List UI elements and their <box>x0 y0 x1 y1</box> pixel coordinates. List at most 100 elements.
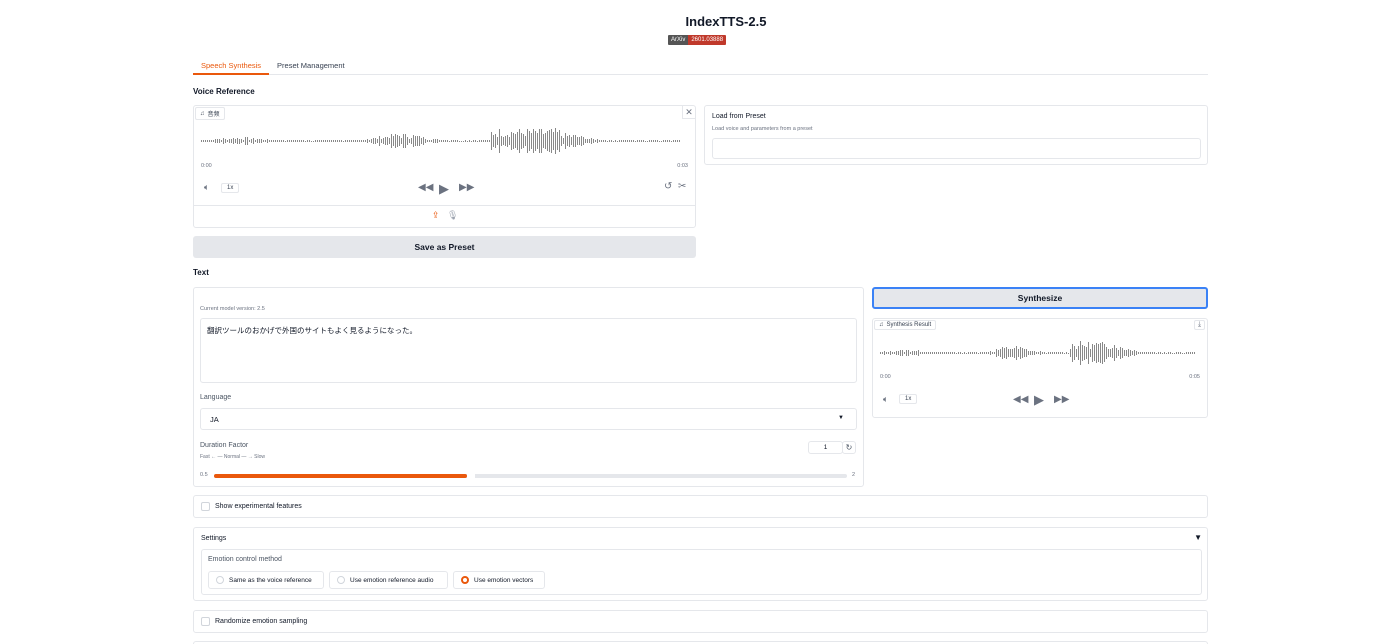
result-label: Synthesis Result <box>886 322 932 328</box>
waveform-bar <box>547 131 548 151</box>
option-emotion-reference-audio[interactable]: Use emotion reference audio <box>329 571 448 589</box>
waveform-bar <box>505 135 506 147</box>
waveform-bar <box>431 139 432 143</box>
waveform-bar <box>1060 352 1061 354</box>
arxiv-badge[interactable]: ArXiv 2601.03888 <box>668 35 727 45</box>
waveform-bar <box>940 351 941 355</box>
play-icon[interactable]: ▶ <box>439 181 449 197</box>
waveform-bar <box>373 138 374 144</box>
preset-dropdown[interactable] <box>712 138 1201 159</box>
waveform-bar <box>423 136 424 146</box>
waveform-bar <box>349 139 350 143</box>
reset-duration-icon[interactable]: ↻ <box>842 441 856 454</box>
trim-icon[interactable]: ✂ <box>678 182 686 192</box>
waveform-bar <box>1080 341 1081 365</box>
language-select[interactable]: JA ▼ <box>200 408 857 430</box>
waveform-bar <box>507 134 508 148</box>
waveform-bar <box>607 140 608 142</box>
microphone-icon[interactable]: 🎙︎ <box>447 210 458 221</box>
waveform-bar <box>231 139 232 143</box>
duration-slider[interactable] <box>214 473 847 479</box>
waveform-bar <box>509 136 510 146</box>
playback-speed-button[interactable]: 1x <box>221 183 240 193</box>
waveform-bar <box>245 137 246 145</box>
duration-number-input[interactable]: 1 <box>808 441 843 454</box>
waveform-bar <box>591 137 592 145</box>
play-icon[interactable]: ▶ <box>1034 392 1044 408</box>
collapse-triangle-icon[interactable]: ▼ <box>1194 533 1202 542</box>
waveform-bar <box>443 140 444 142</box>
volume-icon[interactable]: 🔈︎ <box>883 395 888 404</box>
option-emotion-vectors[interactable]: Use emotion vectors <box>453 571 545 589</box>
randomize-checkbox[interactable] <box>201 617 210 626</box>
waveform-bar <box>890 350 891 356</box>
waveform-bar <box>1186 352 1187 354</box>
volume-icon[interactable]: 🔈︎ <box>204 183 209 192</box>
waveform-bar <box>475 140 476 142</box>
waveform-bar <box>375 137 376 145</box>
waveform-bar <box>643 140 644 142</box>
waveform-bar <box>361 139 362 143</box>
waveform-bar <box>1034 350 1035 356</box>
waveform-bar <box>201 140 202 142</box>
language-label: Language <box>200 394 232 401</box>
upload-icon[interactable]: ⇪ <box>432 210 440 221</box>
waveform-bar <box>884 351 885 355</box>
waveform-bar <box>585 139 586 143</box>
waveform-bar <box>415 135 416 147</box>
tab-speech-synthesis[interactable]: Speech Synthesis <box>193 58 270 75</box>
waveform-bar <box>1126 350 1127 356</box>
rewind-icon[interactable]: ◀◀ <box>418 183 433 193</box>
preset-loader-panel: Load from Preset Load voice and paramete… <box>704 105 1208 165</box>
slider-max-label: 2 <box>851 472 855 478</box>
randomize-emotion-toggle[interactable]: Randomize emotion sampling <box>193 610 1208 633</box>
waveform-bar <box>215 138 216 144</box>
waveform-bar <box>575 135 576 147</box>
fast-forward-icon[interactable]: ▶▶ <box>1054 395 1069 405</box>
save-preset-button[interactable]: Save as Preset <box>193 236 696 258</box>
waveform-bar <box>297 140 298 142</box>
waveform-bar <box>387 136 388 146</box>
rewind-icon[interactable]: ◀◀ <box>1013 395 1028 405</box>
result-speed-button[interactable]: 1x <box>899 394 918 404</box>
experimental-toggle[interactable]: Show experimental features <box>193 495 1208 518</box>
settings-title[interactable]: Settings <box>201 535 226 542</box>
synthesize-button[interactable]: Synthesize <box>872 287 1208 309</box>
reset-icon[interactable]: ↺ <box>664 182 672 192</box>
waveform-bar <box>635 140 636 142</box>
waveform-bar <box>581 135 582 147</box>
waveform-bar <box>571 136 572 146</box>
waveform-bar <box>1106 347 1107 359</box>
tab-preset-management[interactable]: Preset Management <box>269 58 353 75</box>
text-input[interactable]: 翻訳ツールのおかげで外国のサイトもよく見るようになった。 <box>200 318 857 383</box>
waveform-bar <box>1096 343 1097 363</box>
download-icon[interactable]: ⤓ <box>1194 320 1205 330</box>
result-waveform[interactable] <box>880 339 1200 367</box>
waveform-bar <box>633 140 634 142</box>
waveform-bar <box>1036 352 1037 354</box>
waveform-bar <box>978 352 979 354</box>
waveform-bar <box>479 140 480 142</box>
waveform-bar <box>461 140 462 142</box>
radio-emotion-reference-audio[interactable] <box>337 576 345 584</box>
waveform-bar <box>1006 346 1007 360</box>
voice-waveform[interactable] <box>201 126 689 156</box>
clear-audio-icon[interactable]: ✕ <box>682 106 695 119</box>
radio-emotion-vectors[interactable] <box>461 576 469 584</box>
waveform-bar <box>401 137 402 145</box>
option-same-as-reference[interactable]: Same as the voice reference <box>208 571 324 589</box>
waveform-bar <box>1004 347 1005 359</box>
waveform-bar <box>277 140 278 142</box>
fast-forward-icon[interactable]: ▶▶ <box>459 183 474 193</box>
slider-thumb[interactable] <box>467 473 476 479</box>
waveform-bar <box>1174 352 1175 354</box>
radio-same-as-reference[interactable] <box>216 576 224 584</box>
waveform-bar <box>1190 351 1191 355</box>
waveform-bar <box>1040 351 1041 355</box>
waveform-bar <box>880 351 881 355</box>
waveform-bar <box>1160 352 1161 354</box>
waveform-bar <box>1184 352 1185 354</box>
waveform-bar <box>1092 343 1093 363</box>
experimental-checkbox[interactable] <box>201 502 210 511</box>
waveform-bar <box>918 350 919 356</box>
